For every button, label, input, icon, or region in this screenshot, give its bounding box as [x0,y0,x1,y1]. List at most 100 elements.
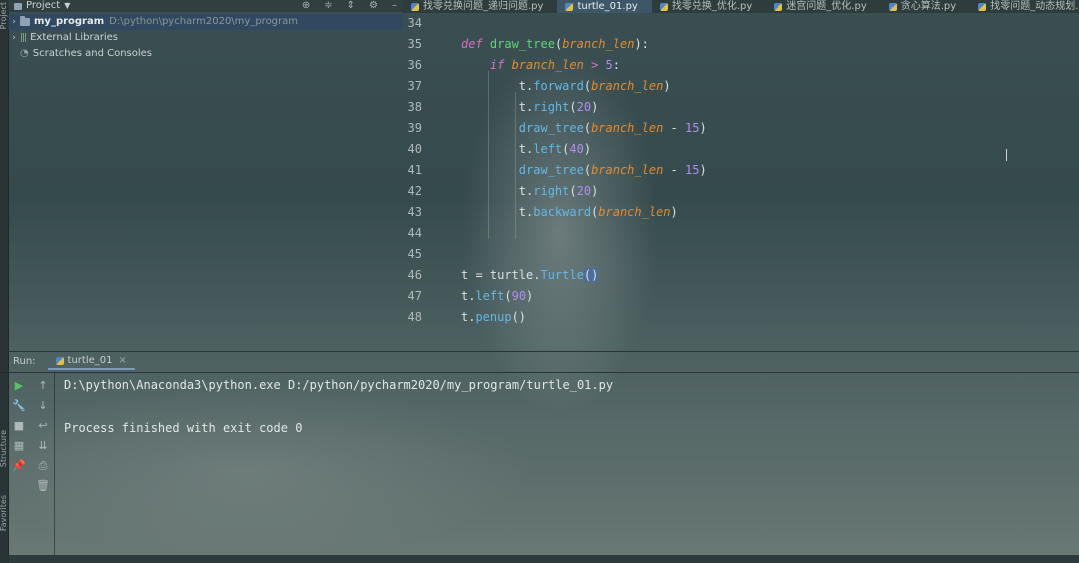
code-line[interactable]: 41 draw_tree(branch_len - 15) [403,160,1079,181]
tree-item-scratches[interactable]: ◔ Scratches and Consoles [8,46,403,62]
line-number: 45 [407,247,422,261]
run-tab-label: turtle_01 [67,355,113,366]
tree-item-label: Scratches and Consoles [32,48,153,59]
pin-icon[interactable]: 📌 [10,457,28,475]
code-line[interactable]: 35 def draw_tree(branch_len): [403,34,1079,55]
arrow-down-icon[interactable]: ↓ [34,397,52,415]
code-text: t.right(20) [461,184,599,198]
code-text: t = turtle.Turtle() [461,268,599,282]
folder-icon [20,16,30,26]
run-toolbar-secondary: ↑ ↓ ↩ ⇊ ⎙ 🗑 [32,375,54,497]
project-tree: › my_program D:\python\pycharm2020\my_pr… [8,14,403,62]
line-number: 43 [407,205,422,219]
code-line[interactable]: 45 [403,244,1079,265]
panel-divider[interactable] [0,351,1079,352]
tree-item-my-program[interactable]: › my_program D:\python\pycharm2020\my_pr… [8,14,403,30]
line-number: 34 [407,16,422,30]
line-number: 48 [407,310,422,324]
tab-label: 迷宫问题_优化.py [786,1,867,12]
status-bar [0,555,1079,563]
tree-item-path: D:\python\pycharm2020\my_program [109,16,299,27]
project-tool-label[interactable]: Project [0,2,8,29]
tab-label: turtle_01.py [577,1,638,12]
chevron-down-icon[interactable]: ▼ [64,0,70,12]
soft-wrap-icon[interactable]: ↩ [34,417,52,435]
layout-icon[interactable]: ▦ [10,437,28,455]
code-line[interactable]: 39 draw_tree(branch_len - 15) [403,118,1079,139]
target-icon[interactable]: ⊕ [302,0,310,12]
code-text: draw_tree(branch_len - 15) [518,163,707,177]
gear-icon[interactable]: ⚙ [369,0,378,12]
code-text: draw_tree(branch_len - 15) [518,121,707,135]
code-text: t.forward(branch_len) [461,79,671,93]
run-label: Run: [13,356,36,367]
line-number: 41 [407,163,422,177]
code-text: t.left(40) [461,142,592,156]
code-line[interactable]: 34 [403,13,1079,34]
rerun-icon[interactable]: ▶ [10,377,28,395]
tab-recursion[interactable]: 找零兑换问题_递归问题.py [403,0,557,13]
python-file-icon [411,2,419,11]
line-number: 37 [407,79,422,93]
line-number: 36 [407,58,422,72]
tab-maze-optimized[interactable]: 迷宫问题_优化.py [766,0,880,13]
favorites-tool-label[interactable]: Favorites [0,495,8,531]
scroll-to-end-icon[interactable]: ⇊ [34,437,52,455]
line-number: 47 [407,289,422,303]
code-line[interactable]: 46 t = turtle.Turtle() [403,265,1079,286]
expand-icon[interactable]: ⇕ [347,0,355,12]
python-file-icon [55,356,64,365]
tab-greedy[interactable]: 贪心算法.py [881,0,970,13]
wrench-icon[interactable]: 🔧 [10,397,28,415]
code-editor[interactable]: 34 35 def draw_tree(branch_len): 36 if b… [403,13,1079,351]
tree-item-external-libraries[interactable]: › ||| External Libraries [8,30,403,46]
chevron-right-icon[interactable]: › [8,14,20,30]
code-line[interactable]: 48 t.penup() [403,307,1079,328]
code-line[interactable]: 38 t.right(20) [403,97,1079,118]
python-file-icon [888,2,897,11]
close-icon[interactable]: × [119,353,127,368]
code-line[interactable]: 36 if branch_len > 5: [403,55,1079,76]
line-number: 39 [407,121,422,135]
project-panel-title[interactable]: Project [26,0,60,12]
tab-dynamic-programming[interactable]: 找零问题_动态规划.p [970,0,1079,13]
line-number: 42 [407,184,422,198]
chevron-right-icon[interactable]: › [8,30,20,46]
trash-icon[interactable]: 🗑 [34,477,52,495]
code-text: t.penup() [461,310,527,324]
run-console-output[interactable]: D:\python\Anaconda3\python.exe D:/python… [64,377,613,436]
code-line[interactable]: 40 t.left(40) [403,139,1079,160]
code-line[interactable]: 42 t.right(20) [403,181,1079,202]
code-line[interactable]: 37 t.forward(branch_len) [403,76,1079,97]
console-separator [54,373,55,555]
print-icon[interactable]: ⎙ [34,457,52,475]
editor-tabs: 找零兑换问题_递归问题.py turtle_01.py 找零兑换_优化.py 迷… [403,0,1079,13]
code-line[interactable]: 47 t.left(90) [403,286,1079,307]
console-line-command: D:\python\Anaconda3\python.exe D:/python… [64,378,614,392]
console-line-exit: Process finished with exit code 0 [64,421,303,435]
collapse-icon[interactable]: ≑ [324,0,332,12]
minimize-icon[interactable]: – [392,0,397,12]
tree-item-label: my_program [34,16,105,27]
run-toolbar: ▶ 🔧 ■ ▦ 📌 [8,375,30,477]
tab-turtle-01[interactable]: turtle_01.py [557,0,652,13]
run-tab-turtle-01[interactable]: turtle_01 × [47,353,135,370]
text-cursor [1006,149,1007,161]
run-panel-header: Run: turtle_01 × [8,353,1079,370]
code-text: t.right(20) [461,100,599,114]
stop-icon[interactable]: ■ [10,417,28,435]
code-text: if branch_len > 5: [489,58,621,72]
arrow-up-icon[interactable]: ↑ [34,377,52,395]
code-line[interactable]: 44 [403,223,1079,244]
structure-tool-label[interactable]: Structure [0,430,8,467]
line-number: 44 [407,226,422,240]
project-view-icon [14,2,22,10]
tab-label: 找零兑换问题_递归问题.py [423,1,544,12]
code-text: t.backward(branch_len) [461,205,678,219]
code-line[interactable]: 43 t.backward(branch_len) [403,202,1079,223]
line-number: 46 [407,268,422,282]
python-file-icon [978,2,987,11]
line-number: 40 [407,142,422,156]
tab-label: 找零兑换_优化.py [671,1,753,12]
tab-change-optimized[interactable]: 找零兑换_优化.py [652,0,766,13]
